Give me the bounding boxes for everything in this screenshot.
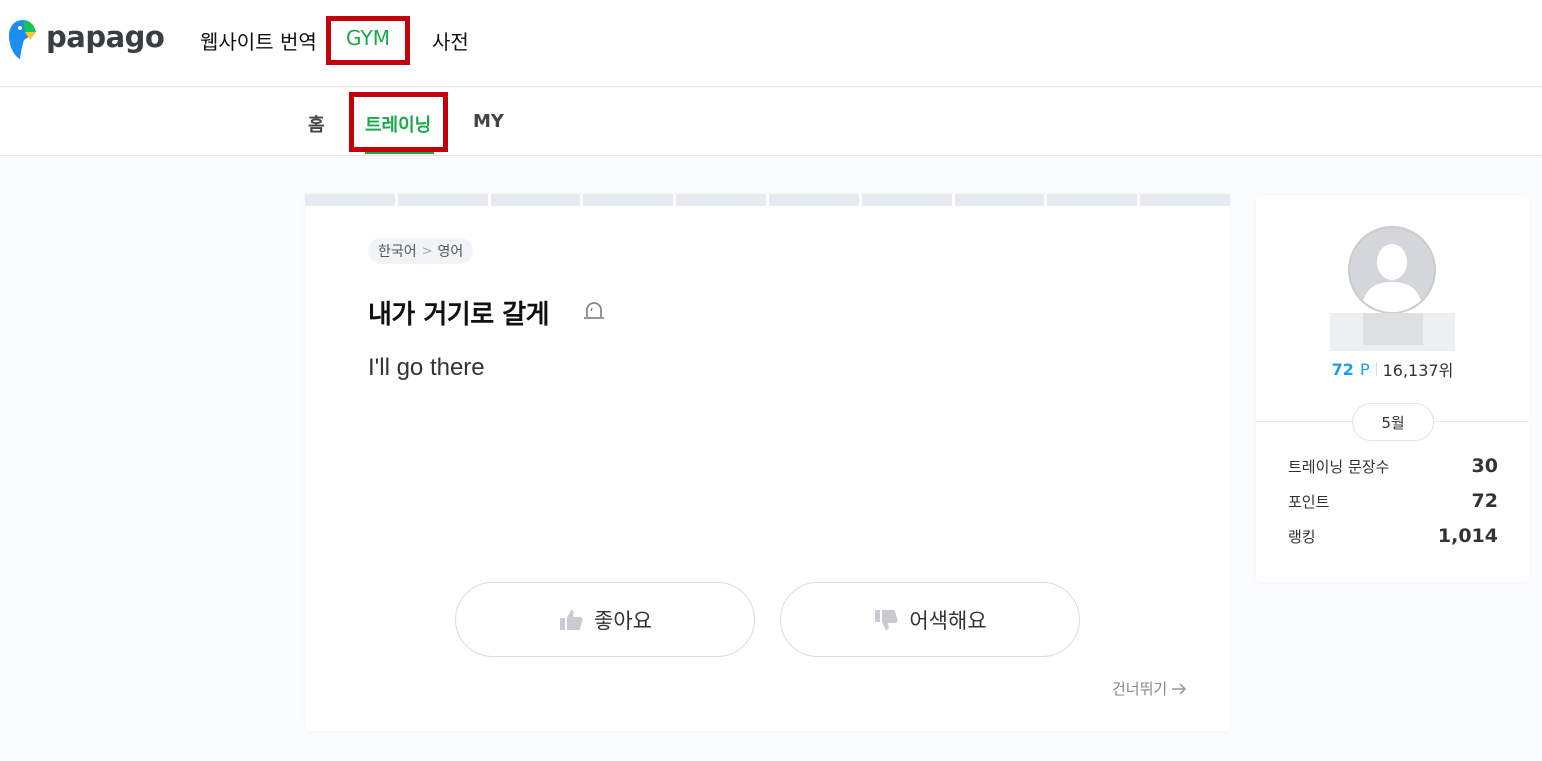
stat-row-ranking: 랭킹 1,014: [1288, 525, 1498, 547]
dislike-label: 어색해요: [909, 608, 987, 633]
thumbs-down-icon: [875, 609, 898, 630]
stat-label: 포인트: [1288, 492, 1330, 511]
stat-row-sentences: 트레이닝 문장수 30: [1288, 455, 1498, 477]
papago-logo[interactable]: papago: [8, 18, 165, 60]
progress-segment: [1140, 194, 1230, 206]
stat-label: 트레이닝 문장수: [1288, 457, 1390, 476]
progress-segment: [305, 194, 395, 206]
progress-segment: [768, 194, 859, 206]
progress-segment: [676, 194, 766, 206]
blurred-username: [1330, 313, 1455, 351]
stat-row-points: 포인트 72: [1288, 490, 1498, 512]
avatar[interactable]: [1348, 226, 1436, 314]
training-card: 한국어 > 영어 내가 거기로 갈게 I'll go there 좋아요 어색해…: [305, 194, 1230, 731]
source-sentence: 내가 거기로 갈게: [368, 300, 550, 330]
arrow-right-icon: [1172, 682, 1187, 695]
stat-value: 1,014: [1437, 525, 1498, 547]
progress-segment: [1047, 194, 1138, 206]
language-pair-badge: 한국어 > 영어: [368, 238, 474, 264]
stat-label: 랭킹: [1288, 527, 1316, 546]
month-selector[interactable]: 5월: [1352, 403, 1434, 441]
skip-button[interactable]: 건너뛰기: [1112, 678, 1187, 699]
profile-panel: 72 P 16,137위 5월 트레이닝 문장수 30 포인트 72 랭킹 1,…: [1256, 195, 1529, 582]
divider: [1375, 362, 1377, 376]
skip-label: 건너뛰기: [1112, 680, 1168, 698]
points-value: 72: [1331, 359, 1354, 379]
overall-rank: 16,137위: [1382, 361, 1454, 380]
stat-value: 30: [1471, 455, 1498, 477]
like-button[interactable]: 좋아요: [455, 582, 755, 657]
translated-sentence: I'll go there: [368, 354, 485, 381]
progress-segment: [954, 194, 1045, 206]
progress-segment: [583, 194, 674, 206]
tab-my[interactable]: MY: [473, 111, 504, 132]
stat-value: 72: [1471, 490, 1498, 512]
thumbs-up-icon: [560, 609, 583, 630]
highlight-box-gym: [326, 16, 410, 65]
user-silhouette-icon: [1362, 244, 1422, 312]
top-header: papago 웹사이트 번역 GYM 사전: [0, 0, 1542, 87]
points-unit: P: [1359, 359, 1370, 379]
nav-dictionary[interactable]: 사전: [432, 26, 469, 55]
progress-segment: [861, 194, 952, 206]
highlight-box-training: [349, 92, 448, 152]
papago-parrot-icon: [9, 20, 36, 59]
progress-segment: [490, 194, 581, 206]
chevron-right-icon: >: [421, 243, 433, 259]
source-language: 한국어: [378, 244, 417, 260]
like-label: 좋아요: [594, 608, 652, 633]
progress-bar: [305, 194, 1230, 206]
tab-home[interactable]: 홈: [308, 111, 325, 137]
points-summary: 72 P 16,137위: [1256, 357, 1529, 381]
sub-navigation: 홈 트레이닝 MY: [0, 88, 1542, 156]
nav-website-translation[interactable]: 웹사이트 번역: [200, 26, 317, 55]
siren-icon[interactable]: [581, 297, 607, 323]
target-language: 영어: [437, 244, 464, 260]
logo-text: papago: [46, 20, 165, 54]
dislike-button[interactable]: 어색해요: [780, 582, 1080, 657]
progress-segment: [397, 194, 488, 206]
